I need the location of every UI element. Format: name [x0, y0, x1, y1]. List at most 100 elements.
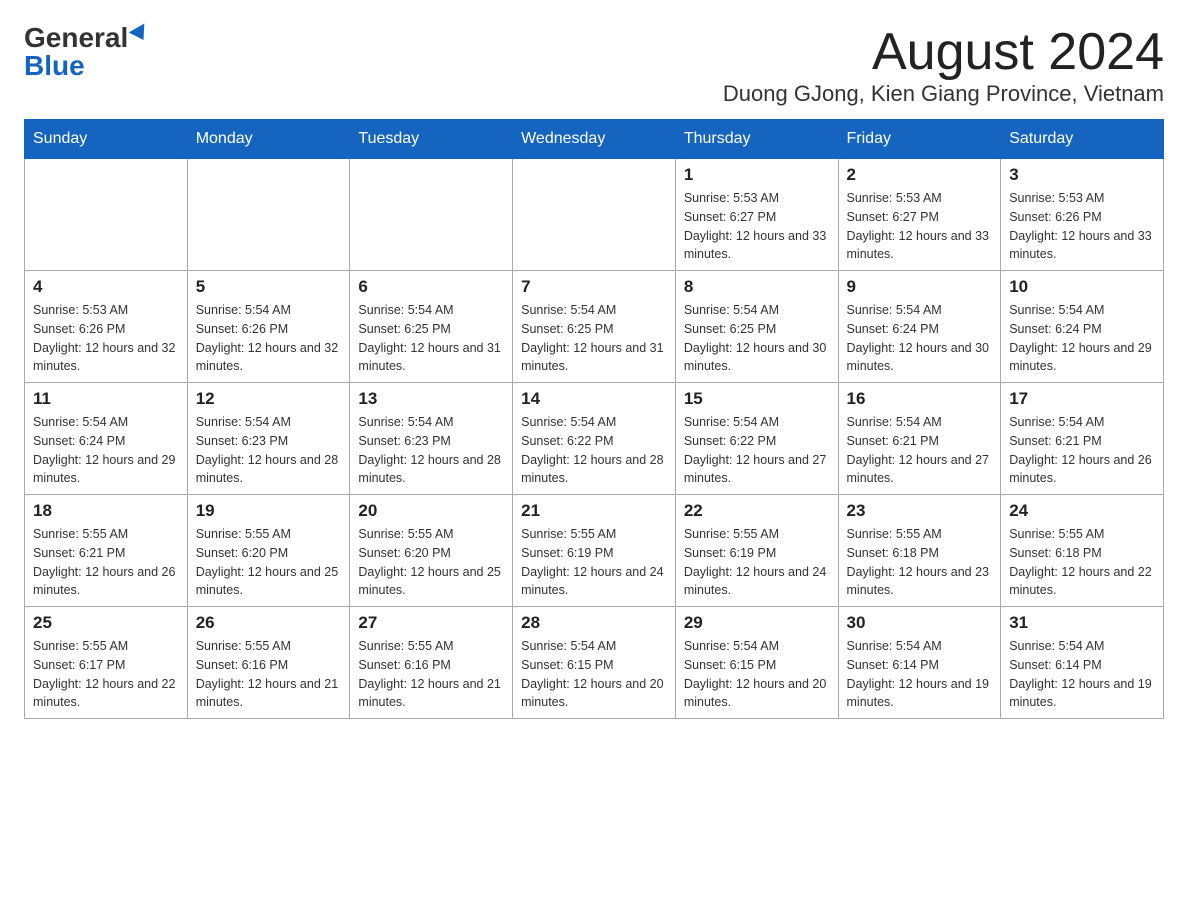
- calendar-cell: [25, 159, 188, 271]
- day-number: 12: [196, 389, 342, 409]
- calendar-header-sunday: Sunday: [25, 120, 188, 159]
- day-info: Sunrise: 5:55 AMSunset: 6:19 PMDaylight:…: [521, 525, 667, 600]
- day-info: Sunrise: 5:54 AMSunset: 6:25 PMDaylight:…: [358, 301, 504, 376]
- calendar-cell: 27 Sunrise: 5:55 AMSunset: 6:16 PMDayligh…: [350, 607, 513, 719]
- calendar-header-thursday: Thursday: [675, 120, 838, 159]
- day-info: Sunrise: 5:54 AMSunset: 6:14 PMDaylight:…: [847, 637, 993, 712]
- calendar-header-tuesday: Tuesday: [350, 120, 513, 159]
- calendar-cell: 26 Sunrise: 5:55 AMSunset: 6:16 PMDayligh…: [187, 607, 350, 719]
- day-info: Sunrise: 5:54 AMSunset: 6:24 PMDaylight:…: [1009, 301, 1155, 376]
- calendar-cell: 14 Sunrise: 5:54 AMSunset: 6:22 PMDayligh…: [513, 383, 676, 495]
- calendar-cell: 7 Sunrise: 5:54 AMSunset: 6:25 PMDaylight…: [513, 271, 676, 383]
- day-number: 28: [521, 613, 667, 633]
- calendar-cell: 25 Sunrise: 5:55 AMSunset: 6:17 PMDayligh…: [25, 607, 188, 719]
- day-info: Sunrise: 5:53 AMSunset: 6:26 PMDaylight:…: [1009, 189, 1155, 264]
- day-number: 18: [33, 501, 179, 521]
- day-number: 2: [847, 165, 993, 185]
- calendar-cell: 21 Sunrise: 5:55 AMSunset: 6:19 PMDayligh…: [513, 495, 676, 607]
- day-info: Sunrise: 5:54 AMSunset: 6:26 PMDaylight:…: [196, 301, 342, 376]
- day-number: 5: [196, 277, 342, 297]
- title-section: August 2024 Duong GJong, Kien Giang Prov…: [723, 24, 1164, 107]
- calendar-cell: 24Sunrise: 5:55 AMSunset: 6:18 PMDayligh…: [1001, 495, 1164, 607]
- day-info: Sunrise: 5:55 AMSunset: 6:21 PMDaylight:…: [33, 525, 179, 600]
- day-number: 17: [1009, 389, 1155, 409]
- calendar-cell: 19 Sunrise: 5:55 AMSunset: 6:20 PMDayligh…: [187, 495, 350, 607]
- day-info: Sunrise: 5:54 AMSunset: 6:22 PMDaylight:…: [684, 413, 830, 488]
- calendar-header-saturday: Saturday: [1001, 120, 1164, 159]
- day-info: Sunrise: 5:54 AMSunset: 6:23 PMDaylight:…: [358, 413, 504, 488]
- day-info: Sunrise: 5:54 AMSunset: 6:21 PMDaylight:…: [847, 413, 993, 488]
- day-number: 11: [33, 389, 179, 409]
- day-info: Sunrise: 5:54 AMSunset: 6:23 PMDaylight:…: [196, 413, 342, 488]
- day-info: Sunrise: 5:54 AMSunset: 6:14 PMDaylight:…: [1009, 637, 1155, 712]
- calendar-cell: 11 Sunrise: 5:54 AMSunset: 6:24 PMDayligh…: [25, 383, 188, 495]
- calendar-cell: 8Sunrise: 5:54 AMSunset: 6:25 PMDaylight…: [675, 271, 838, 383]
- day-number: 27: [358, 613, 504, 633]
- calendar-cell: [187, 159, 350, 271]
- calendar-cell: 18 Sunrise: 5:55 AMSunset: 6:21 PMDayligh…: [25, 495, 188, 607]
- calendar-week-row: 25 Sunrise: 5:55 AMSunset: 6:17 PMDayligh…: [25, 607, 1164, 719]
- calendar-header-friday: Friday: [838, 120, 1001, 159]
- day-number: 19: [196, 501, 342, 521]
- day-number: 16: [847, 389, 993, 409]
- calendar-cell: 5 Sunrise: 5:54 AMSunset: 6:26 PMDaylight…: [187, 271, 350, 383]
- calendar-cell: [513, 159, 676, 271]
- calendar-cell: 30 Sunrise: 5:54 AMSunset: 6:14 PMDayligh…: [838, 607, 1001, 719]
- day-info: Sunrise: 5:54 AMSunset: 6:22 PMDaylight:…: [521, 413, 667, 488]
- calendar-header-row: SundayMondayTuesdayWednesdayThursdayFrid…: [25, 120, 1164, 159]
- day-number: 13: [358, 389, 504, 409]
- location-text: Duong GJong, Kien Giang Province, Vietna…: [723, 81, 1164, 107]
- day-info: Sunrise: 5:55 AMSunset: 6:18 PMDaylight:…: [1009, 525, 1155, 600]
- day-number: 25: [33, 613, 179, 633]
- calendar-week-row: 11 Sunrise: 5:54 AMSunset: 6:24 PMDayligh…: [25, 383, 1164, 495]
- calendar-cell: 23 Sunrise: 5:55 AMSunset: 6:18 PMDayligh…: [838, 495, 1001, 607]
- calendar-cell: 4 Sunrise: 5:53 AMSunset: 6:26 PMDaylight…: [25, 271, 188, 383]
- day-number: 1: [684, 165, 830, 185]
- day-info: Sunrise: 5:55 AMSunset: 6:19 PMDaylight:…: [684, 525, 830, 600]
- calendar-cell: 22 Sunrise: 5:55 AMSunset: 6:19 PMDayligh…: [675, 495, 838, 607]
- calendar-cell: 3 Sunrise: 5:53 AMSunset: 6:26 PMDaylight…: [1001, 159, 1164, 271]
- day-info: Sunrise: 5:55 AMSunset: 6:16 PMDaylight:…: [196, 637, 342, 712]
- month-title: August 2024: [723, 24, 1164, 81]
- day-info: Sunrise: 5:55 AMSunset: 6:20 PMDaylight:…: [196, 525, 342, 600]
- calendar-cell: 12 Sunrise: 5:54 AMSunset: 6:23 PMDayligh…: [187, 383, 350, 495]
- calendar-cell: 28Sunrise: 5:54 AMSunset: 6:15 PMDayligh…: [513, 607, 676, 719]
- calendar-cell: 6 Sunrise: 5:54 AMSunset: 6:25 PMDaylight…: [350, 271, 513, 383]
- calendar-cell: 13 Sunrise: 5:54 AMSunset: 6:23 PMDayligh…: [350, 383, 513, 495]
- calendar-cell: 2Sunrise: 5:53 AMSunset: 6:27 PMDaylight…: [838, 159, 1001, 271]
- day-info: Sunrise: 5:53 AMSunset: 6:27 PMDaylight:…: [684, 189, 830, 264]
- calendar-table: SundayMondayTuesdayWednesdayThursdayFrid…: [24, 119, 1164, 719]
- day-number: 15: [684, 389, 830, 409]
- day-info: Sunrise: 5:54 AMSunset: 6:24 PMDaylight:…: [847, 301, 993, 376]
- day-number: 7: [521, 277, 667, 297]
- day-number: 26: [196, 613, 342, 633]
- day-info: Sunrise: 5:54 AMSunset: 6:24 PMDaylight:…: [33, 413, 179, 488]
- logo-blue-text: Blue: [24, 52, 85, 80]
- calendar-cell: 16 Sunrise: 5:54 AMSunset: 6:21 PMDayligh…: [838, 383, 1001, 495]
- day-info: Sunrise: 5:55 AMSunset: 6:18 PMDaylight:…: [847, 525, 993, 600]
- calendar-cell: 17Sunrise: 5:54 AMSunset: 6:21 PMDayligh…: [1001, 383, 1164, 495]
- day-number: 6: [358, 277, 504, 297]
- day-number: 4: [33, 277, 179, 297]
- day-number: 3: [1009, 165, 1155, 185]
- day-number: 14: [521, 389, 667, 409]
- calendar-cell: [350, 159, 513, 271]
- day-number: 30: [847, 613, 993, 633]
- calendar-cell: 9 Sunrise: 5:54 AMSunset: 6:24 PMDaylight…: [838, 271, 1001, 383]
- day-number: 22: [684, 501, 830, 521]
- calendar-header-monday: Monday: [187, 120, 350, 159]
- day-info: Sunrise: 5:54 AMSunset: 6:25 PMDaylight:…: [521, 301, 667, 376]
- day-info: Sunrise: 5:53 AMSunset: 6:26 PMDaylight:…: [33, 301, 179, 376]
- day-info: Sunrise: 5:55 AMSunset: 6:17 PMDaylight:…: [33, 637, 179, 712]
- day-number: 21: [521, 501, 667, 521]
- calendar-cell: 10Sunrise: 5:54 AMSunset: 6:24 PMDayligh…: [1001, 271, 1164, 383]
- day-info: Sunrise: 5:55 AMSunset: 6:16 PMDaylight:…: [358, 637, 504, 712]
- day-number: 9: [847, 277, 993, 297]
- day-info: Sunrise: 5:54 AMSunset: 6:25 PMDaylight:…: [684, 301, 830, 376]
- day-number: 23: [847, 501, 993, 521]
- logo-triangle-icon: [129, 23, 152, 44]
- day-number: 20: [358, 501, 504, 521]
- calendar-week-row: 18 Sunrise: 5:55 AMSunset: 6:21 PMDayligh…: [25, 495, 1164, 607]
- calendar-cell: 1 Sunrise: 5:53 AMSunset: 6:27 PMDaylight…: [675, 159, 838, 271]
- day-info: Sunrise: 5:54 AMSunset: 6:15 PMDaylight:…: [684, 637, 830, 712]
